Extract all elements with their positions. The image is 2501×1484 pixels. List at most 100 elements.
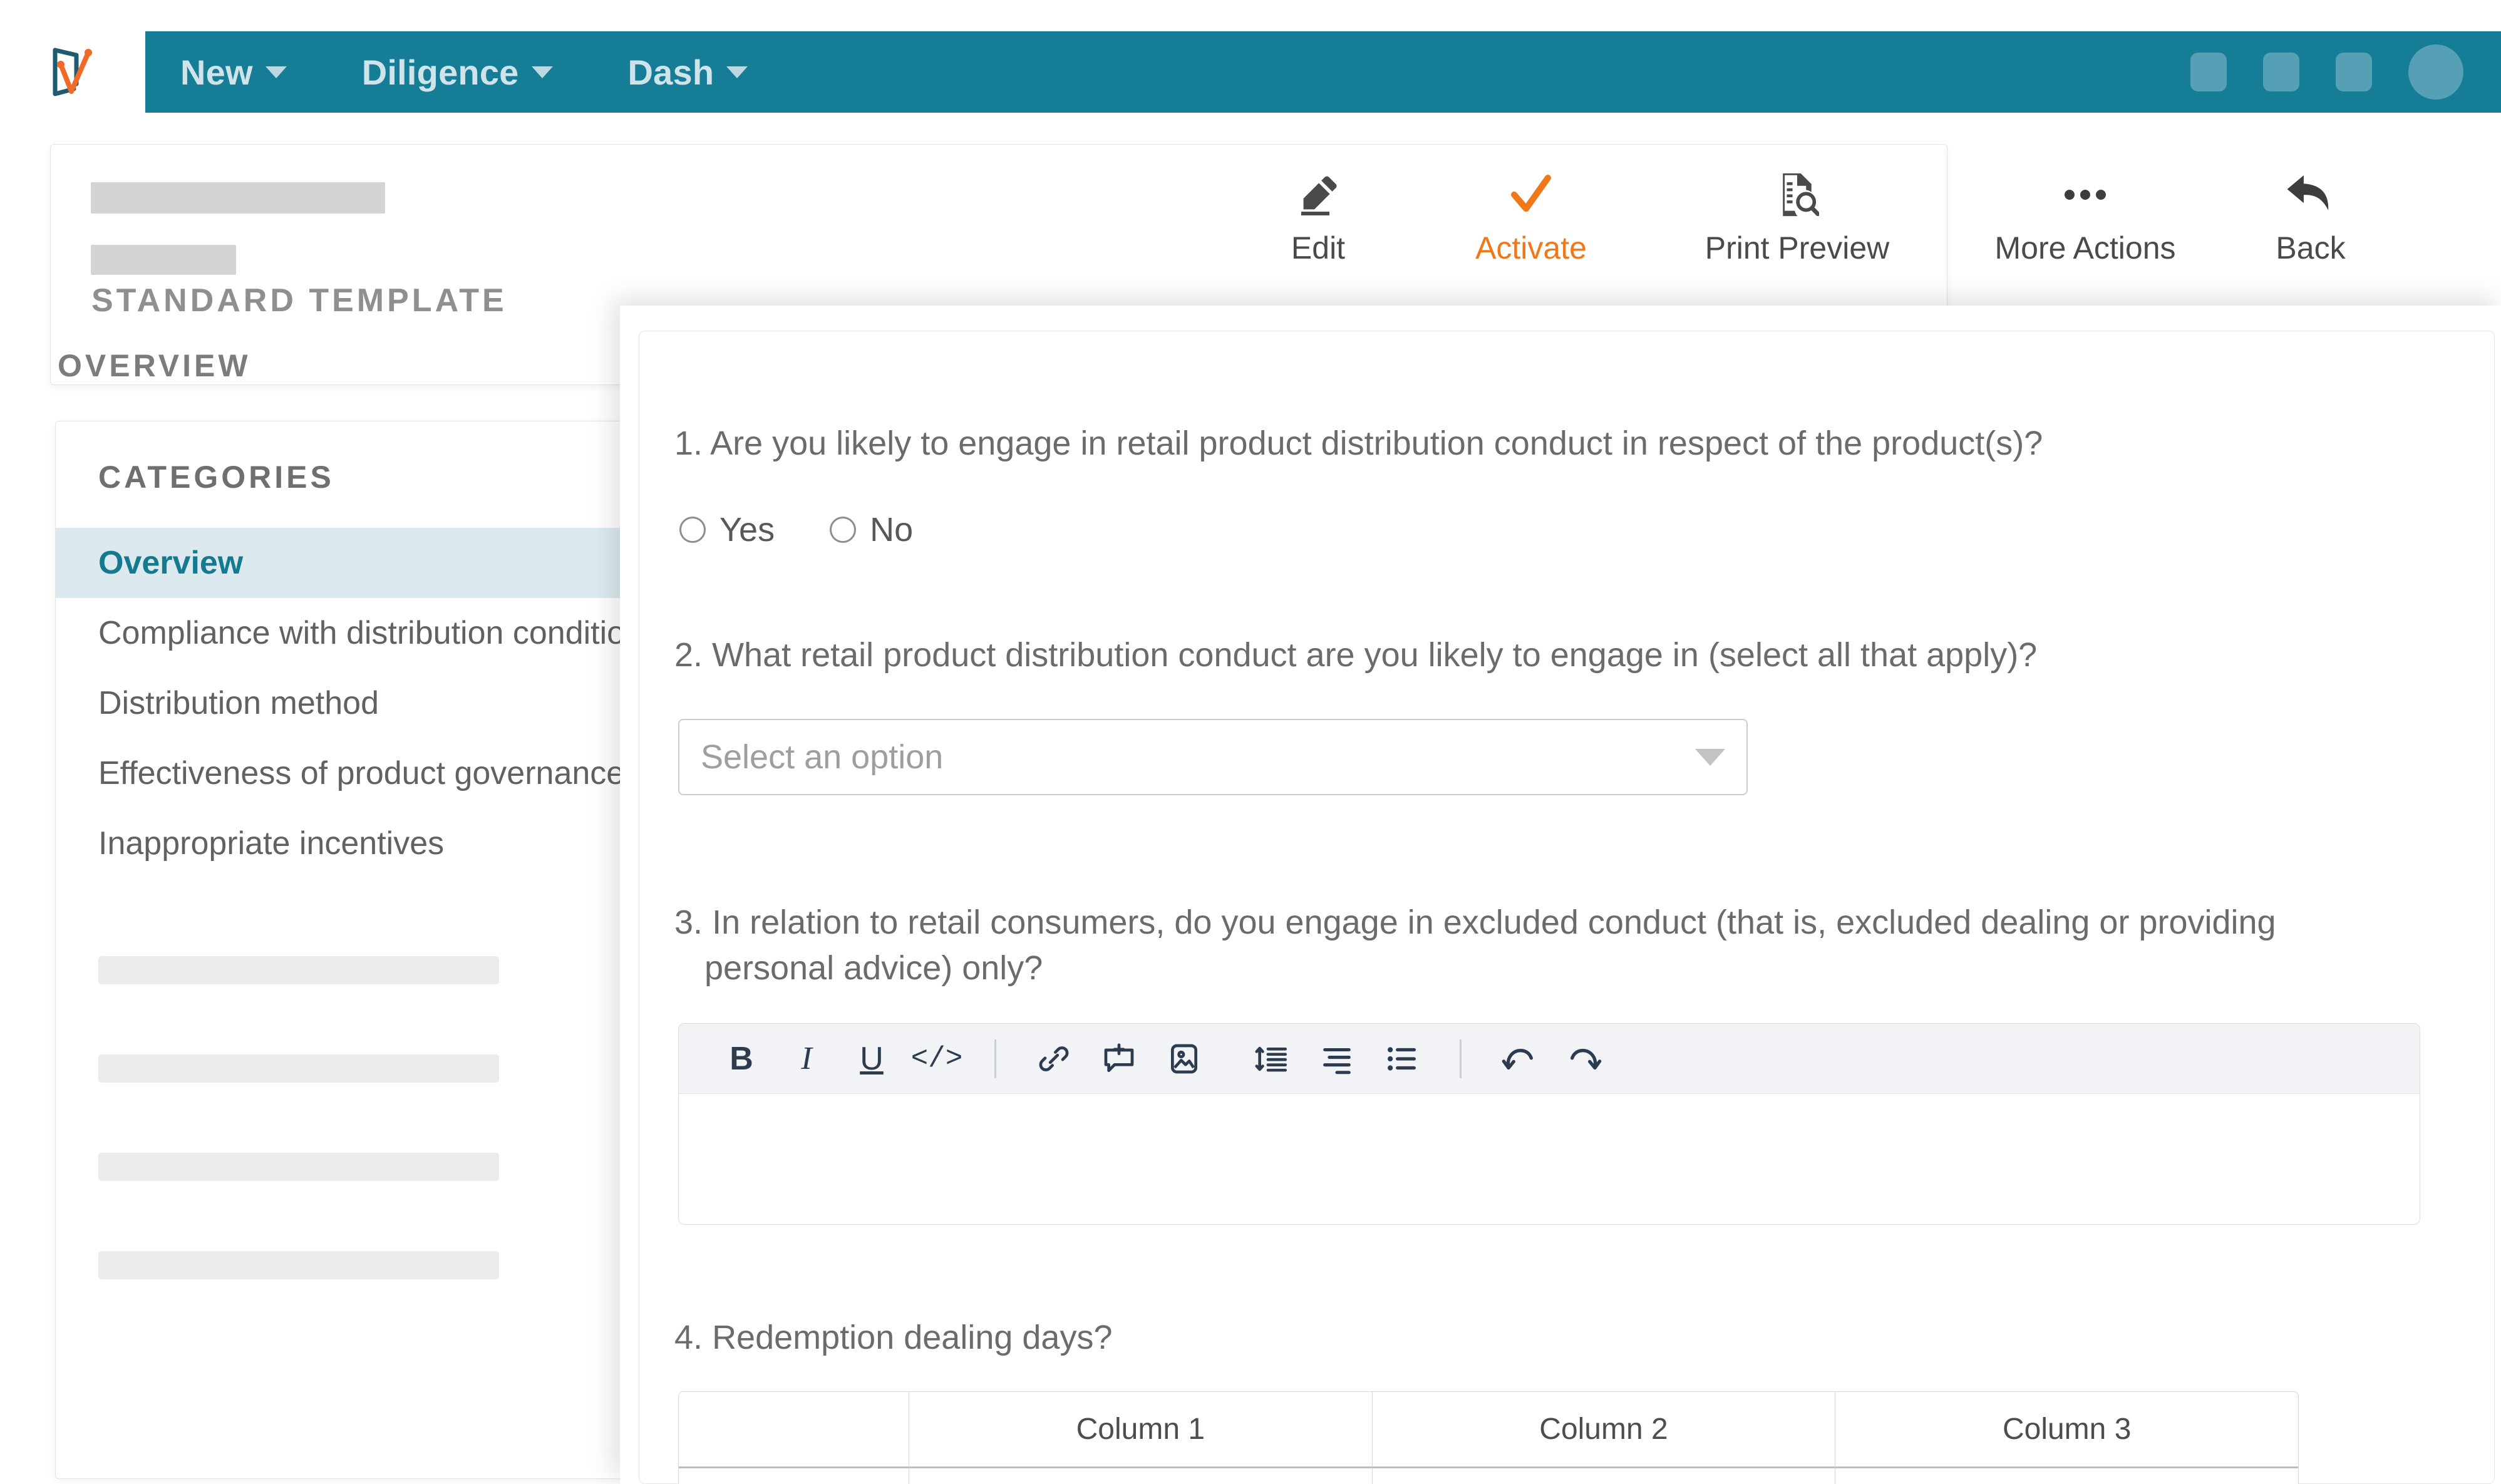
comment-add-icon[interactable]: [1086, 1024, 1152, 1094]
sidebar-item-label: Compliance with distribution conditions: [98, 615, 660, 651]
table-header-row: Column 1 Column 2 Column 3: [679, 1392, 2298, 1468]
question-1: 1. Are you likely to engage in retail pr…: [674, 421, 2365, 466]
sidebar-item-placeholder: [98, 956, 499, 984]
image-icon[interactable]: [1152, 1024, 1217, 1094]
print-preview-button[interactable]: Print Preview: [1641, 160, 1954, 266]
question-1-radio-group: Yes No: [679, 510, 913, 549]
activate-button[interactable]: Activate: [1421, 160, 1641, 266]
more-actions-button[interactable]: More Actions: [1954, 160, 2217, 266]
nav-right-cluster: [2190, 44, 2463, 100]
editor-toolbar: B I U </>: [679, 1024, 2420, 1094]
question-2-select[interactable]: Select an option: [678, 719, 1748, 795]
question-1-text: Are you likely to engage in retail produ…: [710, 425, 2043, 462]
sidebar-item-label: Overview: [98, 545, 244, 581]
question-3-text: In relation to retail consumers, do you …: [712, 904, 2276, 941]
nav-item-dash-label: Dash: [627, 52, 714, 92]
back-label: Back: [2276, 230, 2346, 265]
table-corner-header: [679, 1392, 909, 1468]
app-root: New Diligence Dash STANDARD TEMPLATE Edi…: [0, 0, 2501, 1484]
bullet-list-icon[interactable]: [1369, 1024, 1435, 1094]
sidebar-item-label: Distribution method: [98, 685, 379, 721]
sidebar-item-placeholder: [98, 1251, 499, 1279]
question-4-table: Column 1 Column 2 Column 3: [678, 1391, 2299, 1484]
main-content-panel: [620, 306, 2501, 1484]
question-2: 2. What retail product distribution cond…: [674, 632, 2365, 678]
title-placeholder: [91, 182, 385, 214]
nav-item-dash[interactable]: Dash: [628, 52, 748, 93]
toolbar-divider: [994, 1039, 996, 1078]
chevron-down-icon: [1695, 748, 1725, 766]
edit-label: Edit: [1291, 230, 1346, 265]
chevron-down-icon: [265, 66, 287, 78]
avatar[interactable]: [2408, 44, 2463, 100]
undo-icon[interactable]: [1487, 1024, 1552, 1094]
question-3-text-line2: personal advice) only?: [704, 949, 1043, 987]
top-navigation-bar: New Diligence Dash: [0, 31, 2501, 113]
question-1-number: 1.: [674, 425, 703, 462]
question-2-number: 2.: [674, 636, 703, 674]
check-icon: [1506, 160, 1556, 230]
template-label: STANDARD TEMPLATE: [91, 282, 507, 319]
sidebar-item-label: Inappropriate incentives: [98, 825, 445, 862]
align-right-icon[interactable]: [1304, 1024, 1369, 1094]
question-4-text: Redemption dealing days?: [712, 1319, 1113, 1356]
question-3: 3. In relation to retail consumers, do y…: [674, 900, 2340, 991]
action-toolbar: Edit Activate Print Preview More Actions…: [1215, 160, 2405, 266]
radio-option-yes-label: Yes: [719, 511, 775, 549]
redo-icon[interactable]: [1552, 1024, 1617, 1094]
table-row: [679, 1468, 2298, 1484]
question-3-rich-text-editor[interactable]: B I U </>: [678, 1023, 2420, 1225]
table-column-header: Column 1: [909, 1392, 1373, 1468]
code-icon[interactable]: </>: [904, 1024, 969, 1094]
table-column-header: Column 3: [1835, 1392, 2298, 1468]
print-preview-label: Print Preview: [1704, 230, 1890, 265]
toolbar-divider: [1460, 1039, 1462, 1078]
sidebar-item-placeholder: [98, 1054, 499, 1083]
pencil-icon: [1296, 160, 1341, 230]
table-column-header: Column 2: [1372, 1392, 1836, 1468]
select-value: Select an option: [701, 738, 944, 776]
back-button[interactable]: Back: [2217, 160, 2405, 266]
activate-label: Activate: [1475, 230, 1587, 265]
chevron-down-icon: [531, 66, 553, 78]
sidebar-item-placeholder: [98, 1153, 499, 1181]
table-row-header-cell: [679, 1468, 909, 1484]
radio-option-no-label: No: [870, 511, 914, 549]
app-logo-icon: [53, 48, 92, 96]
categories-heading: CATEGORIES: [98, 460, 334, 495]
question-3-number: 3.: [674, 904, 703, 941]
link-icon[interactable]: [1021, 1024, 1086, 1094]
sidebar-item-label: Effectiveness of product governance: [98, 755, 625, 791]
question-4-number: 4.: [674, 1319, 703, 1356]
app-logo[interactable]: [0, 31, 145, 113]
italic-icon[interactable]: I: [774, 1024, 839, 1094]
radio-circle-icon: [830, 517, 857, 543]
question-2-text: What retail product distribution conduct…: [712, 636, 2038, 674]
table-cell[interactable]: [1373, 1468, 1836, 1484]
editor-content-area[interactable]: [679, 1094, 2420, 1224]
nav-strip: New Diligence Dash: [145, 31, 2501, 113]
underline-icon[interactable]: U: [839, 1024, 904, 1094]
radio-circle-icon: [679, 517, 706, 543]
nav-item-diligence[interactable]: Diligence: [362, 52, 553, 93]
placeholder-square-icon[interactable]: [2336, 53, 2372, 91]
edit-button[interactable]: Edit: [1215, 160, 1421, 266]
more-actions-label: More Actions: [1994, 230, 2176, 265]
chevron-down-icon: [726, 66, 748, 78]
document-search-icon: [1775, 160, 1819, 230]
table-cell[interactable]: [1835, 1468, 2298, 1484]
bold-icon[interactable]: B: [709, 1024, 774, 1094]
nav-item-diligence-label: Diligence: [361, 52, 519, 92]
subtitle-placeholder: [91, 245, 236, 275]
section-title: OVERVIEW: [58, 348, 251, 383]
line-height-icon[interactable]: [1239, 1024, 1304, 1094]
nav-item-new[interactable]: New: [180, 52, 287, 93]
radio-option-yes[interactable]: Yes: [679, 510, 775, 549]
placeholder-square-icon[interactable]: [2190, 53, 2227, 91]
radio-option-no[interactable]: No: [830, 510, 913, 549]
back-arrow-icon: [2284, 160, 2337, 230]
placeholder-square-icon[interactable]: [2263, 53, 2299, 91]
table-cell[interactable]: [909, 1468, 1373, 1484]
ellipsis-icon: [2062, 160, 2108, 230]
question-4: 4. Redemption dealing days?: [674, 1315, 2365, 1361]
